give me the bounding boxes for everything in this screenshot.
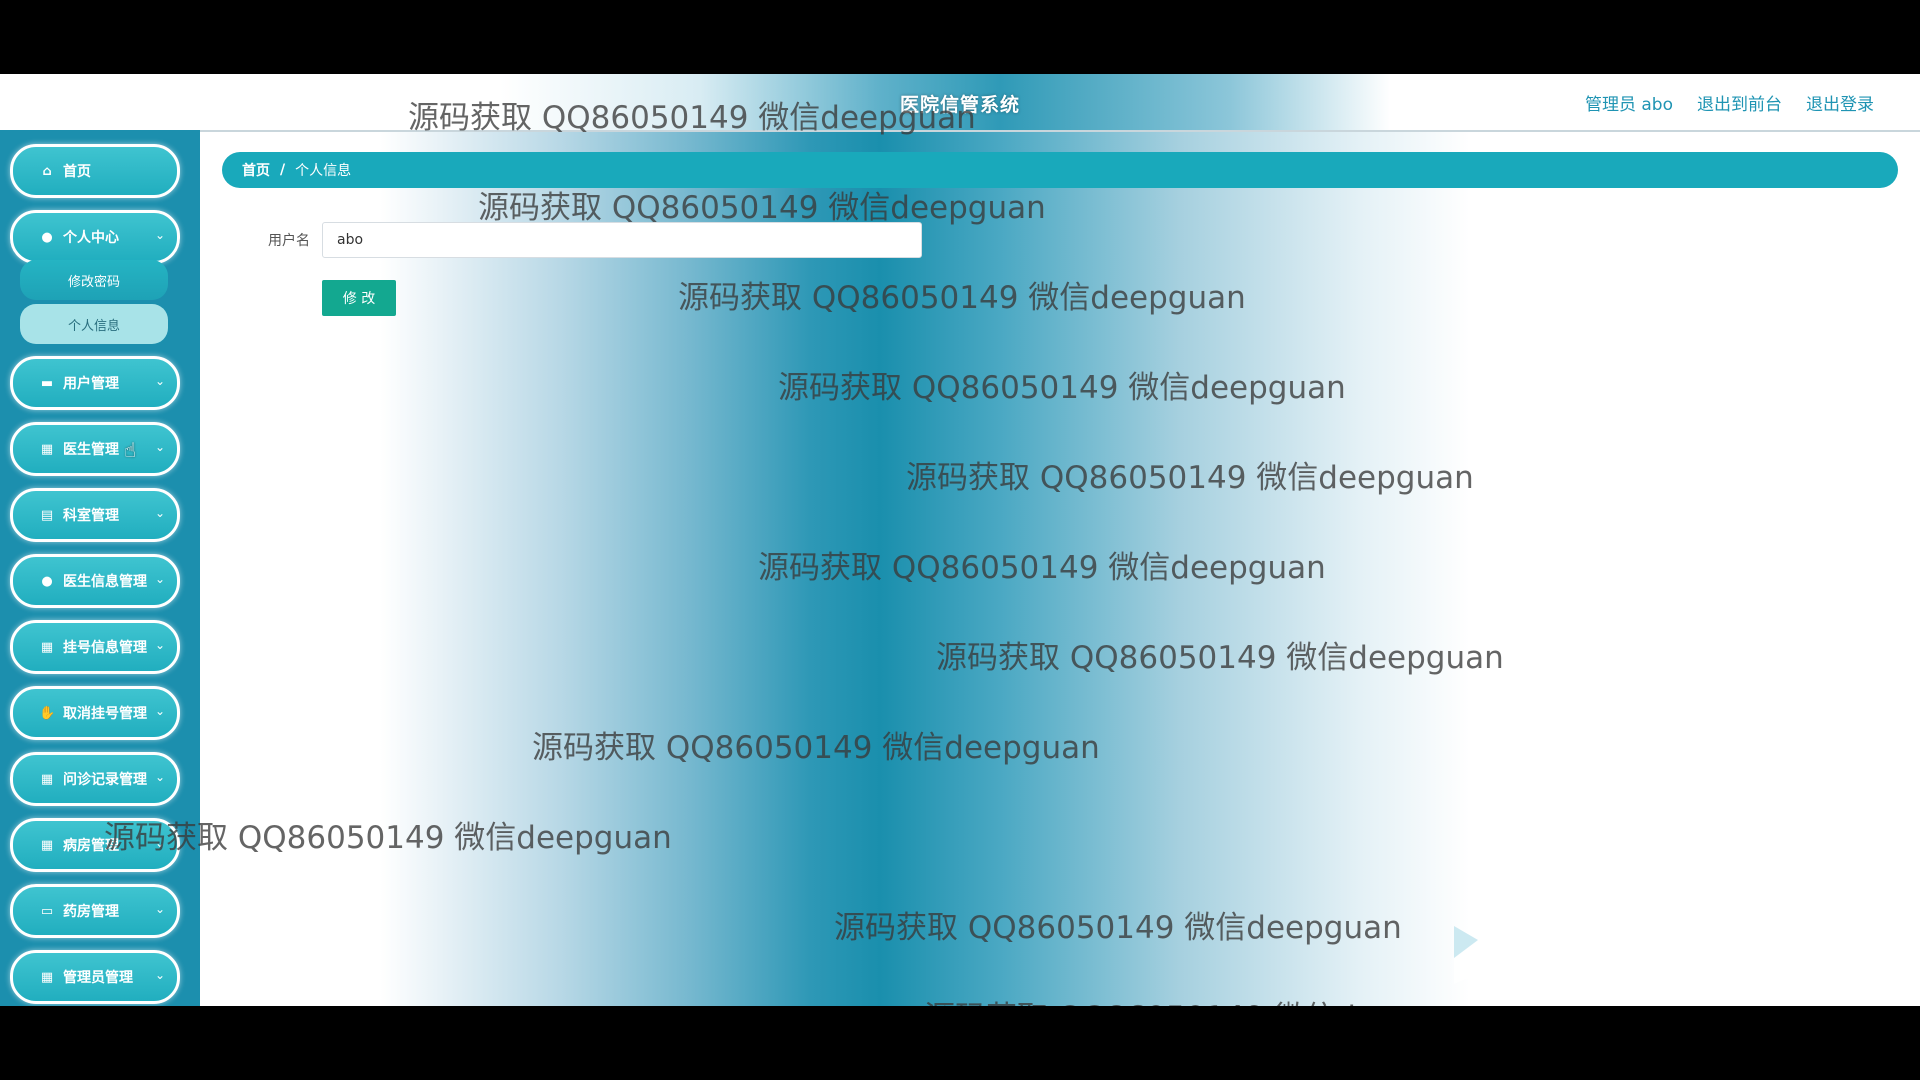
sidebar-item-label: 管理员管理: [63, 970, 133, 986]
clipboard-icon: ▤: [40, 507, 54, 523]
logout-link[interactable]: 退出登录: [1806, 90, 1874, 115]
ticket-icon: ▭: [40, 903, 54, 919]
sidebar-item-ward-management[interactable]: ▦ 病房管理 ⌄: [10, 818, 180, 872]
sidebar-item-label: 科室管理: [63, 508, 119, 524]
chevron-down-icon: ⌄: [154, 770, 165, 784]
watermark: 源码获取 QQ86050149 微信deepguan: [758, 550, 1326, 586]
sidebar-item-admin-management[interactable]: ▦ 管理员管理 ⌄: [10, 950, 180, 1004]
sidebar-item-consultation-records[interactable]: ▦ 问诊记录管理 ⌄: [10, 752, 180, 806]
chevron-down-icon: ⌄: [154, 836, 165, 850]
sidebar-item-label: 医生信息管理: [63, 574, 147, 590]
sidebar-item-label: 问诊记录管理: [63, 772, 147, 788]
watermark: 源码获取 QQ86050149 微信deepguan: [906, 460, 1474, 496]
breadcrumb-current: 个人信息: [295, 163, 352, 179]
sidebar-item-pharmacy-management[interactable]: ▭ 药房管理 ⌄: [10, 884, 180, 938]
sidebar-item-label: 首页: [63, 164, 91, 180]
sidebar: ⌂ 首页 ● 个人中心 ⌄ 修改密码 个人信息 ▬ 用户管理 ⌄ ▦ 医生管理 …: [0, 130, 200, 1006]
chevron-down-icon: ⌄: [154, 704, 165, 718]
play-logo-icon: [1454, 926, 1516, 984]
sidebar-item-label: 挂号信息管理: [63, 640, 147, 656]
chevron-down-icon: ⌄: [154, 440, 165, 454]
thumb-icon: ✋: [39, 705, 56, 721]
grid-icon: ▦: [40, 441, 54, 457]
header-links: 管理员 abo 退出到前台 退出登录: [1585, 90, 1874, 115]
watermark: 源码获取 QQ86050149 微信deepguan: [678, 280, 1246, 316]
sidebar-item-label: 取消挂号管理: [63, 706, 147, 722]
sidebar-item-label: 病房管理: [63, 838, 119, 854]
chevron-down-icon: ⌄: [154, 228, 165, 242]
sidebar-item-label: 医生管理: [63, 442, 119, 458]
home-icon: ⌂: [42, 163, 52, 179]
grid-icon: ▦: [40, 639, 54, 655]
sidebar-item-user-management[interactable]: ▬ 用户管理 ⌄: [10, 356, 180, 410]
chevron-down-icon: ⌄: [154, 374, 165, 388]
watermark: 源码获取 QQ86050149 微信deepguan: [478, 190, 1046, 226]
watermark: 源码获取 QQ86050149 微信deepguan: [936, 640, 1504, 676]
top-header: 医院信管系统 管理员 abo 退出到前台 退出登录: [0, 74, 1920, 132]
admin-user-link[interactable]: 管理员 abo: [1585, 90, 1673, 115]
submenu-personal-info[interactable]: 个人信息: [20, 304, 168, 344]
sidebar-item-home[interactable]: ⌂ 首页: [10, 144, 180, 198]
chevron-down-icon: ⌄: [154, 902, 165, 916]
breadcrumb: 首页 / 个人信息: [222, 152, 1898, 188]
user-icon: ●: [41, 229, 53, 245]
modify-button[interactable]: 修 改: [322, 280, 396, 316]
username-label: 用户名: [268, 233, 310, 249]
briefcase-icon: ▬: [40, 375, 54, 391]
sidebar-item-doctor-info-management[interactable]: ● 医生信息管理 ⌄: [10, 554, 180, 608]
watermark: 源码获取 QQ86050149 微信deepguan: [924, 992, 1492, 1006]
chevron-down-icon: ⌄: [154, 968, 165, 982]
breadcrumb-separator: /: [280, 162, 286, 178]
username-field[interactable]: [322, 222, 922, 258]
grid-icon: ▦: [40, 837, 54, 853]
watermark: 源码获取 QQ86050149 微信deepguan: [834, 910, 1402, 946]
breadcrumb-home[interactable]: 首页: [242, 160, 270, 180]
sidebar-item-cancel-registration[interactable]: ✋ 取消挂号管理 ⌄: [10, 686, 180, 740]
sidebar-item-label: 个人中心: [63, 230, 119, 246]
submenu-change-password[interactable]: 修改密码: [20, 260, 168, 300]
watermark: 源码获取 QQ86050149 微信deepguan: [532, 730, 1100, 766]
chevron-down-icon: ⌄: [154, 638, 165, 652]
user-icon: ●: [41, 573, 53, 589]
sidebar-item-label: 用户管理: [63, 376, 119, 392]
watermark: 源码获取 QQ86050149 微信deepguan: [778, 370, 1346, 406]
sidebar-item-doctor-management[interactable]: ▦ 医生管理 ⌄: [10, 422, 180, 476]
sidebar-item-label: 药房管理: [63, 904, 119, 920]
sidebar-item-registration-management[interactable]: ▦ 挂号信息管理 ⌄: [10, 620, 180, 674]
grid-icon: ▦: [40, 771, 54, 787]
back-to-frontend-link[interactable]: 退出到前台: [1697, 90, 1782, 115]
chevron-down-icon: ⌄: [154, 506, 165, 520]
sidebar-item-department-management[interactable]: ▤ 科室管理 ⌄: [10, 488, 180, 542]
grid-icon: ▦: [40, 969, 54, 985]
sidebar-item-personal-center[interactable]: ● 个人中心 ⌄: [10, 210, 180, 264]
chevron-down-icon: ⌄: [154, 572, 165, 586]
app-viewport: 医院信管系统 管理员 abo 退出到前台 退出登录 ⌂ 首页 ● 个人中心 ⌄ …: [0, 74, 1920, 1006]
